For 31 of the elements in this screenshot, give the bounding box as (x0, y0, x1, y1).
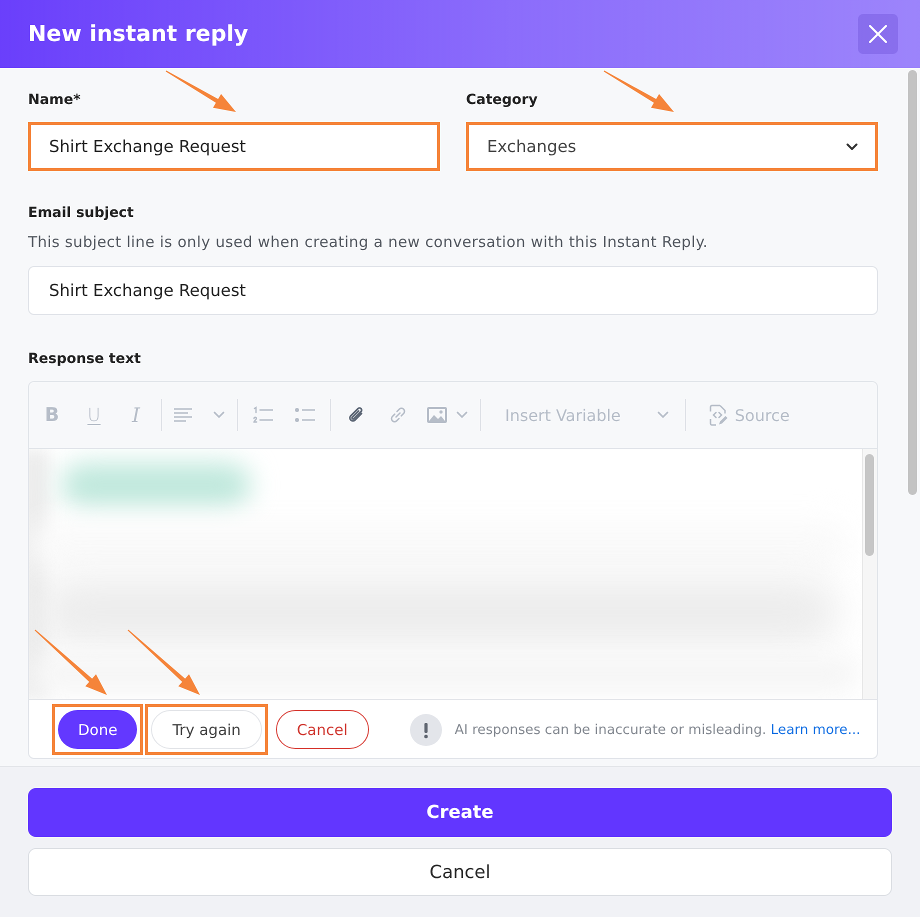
scrollbar-thumb[interactable] (908, 70, 917, 495)
dialog-title: New instant reply (28, 22, 248, 46)
caret-icon (656, 411, 669, 419)
field-label: Name* (28, 91, 81, 110)
code-document-icon (708, 404, 728, 426)
caret-icon (846, 142, 858, 150)
done-button[interactable]: Done (58, 710, 138, 749)
cancel-button[interactable]: Cancel (276, 710, 369, 749)
align-left-icon (174, 408, 192, 422)
image-icon (427, 407, 447, 423)
category-select[interactable]: Exchanges (466, 122, 878, 171)
caret-icon (456, 411, 468, 419)
learn-more-link[interactable]: Learn more... (770, 722, 860, 738)
alert-icon (410, 714, 442, 746)
subject-input[interactable]: Shirt Exchange Request (28, 266, 878, 315)
create-button[interactable]: Create (28, 788, 892, 837)
cancel-button[interactable]: Cancel (28, 848, 892, 896)
caret-icon (213, 411, 225, 419)
close-button[interactable] (858, 14, 898, 54)
field-label: Email subject (28, 204, 134, 223)
link-icon (389, 406, 407, 424)
disclaimer-text: AI responses can be inaccurate or misleading. Learn more... (454, 722, 860, 738)
field-label: Response text (28, 350, 141, 369)
hint-text: This subject line is only used when creating a new conversation with this Instant Reply. (28, 232, 708, 252)
bulleted-list-icon (295, 408, 315, 422)
retry-button[interactable]: Try again (151, 710, 262, 749)
field-label: Category (466, 91, 538, 110)
scrollbar-thumb[interactable] (865, 454, 874, 556)
close-icon (869, 25, 887, 43)
numbered-list-icon (253, 406, 273, 424)
name-input[interactable]: Shirt Exchange Request (28, 122, 440, 171)
